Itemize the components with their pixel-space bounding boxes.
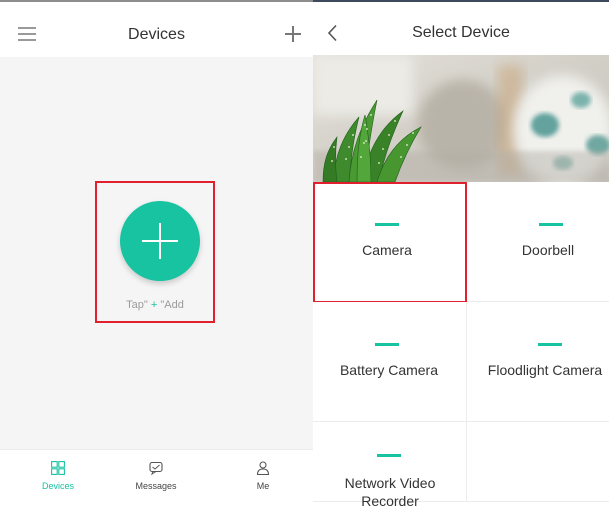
tile-label: Floodlight Camera xyxy=(487,362,603,378)
message-icon xyxy=(149,461,163,475)
add-hint-prefix: Tap" xyxy=(126,299,148,311)
nav-label: Devices xyxy=(41,481,74,491)
device-tile-camera[interactable]: Camera xyxy=(313,182,467,303)
page-title: Devices xyxy=(128,26,185,43)
person-icon xyxy=(256,461,270,475)
tile-label: Camera xyxy=(362,242,412,258)
tile-label: Battery Camera xyxy=(339,362,439,378)
add-hint: Tap" + "Add xyxy=(95,299,215,311)
nav-devices[interactable]: Devices xyxy=(18,450,98,498)
page-title: Select Device xyxy=(412,24,510,41)
tile-accent xyxy=(375,343,399,346)
nav-label: Messages xyxy=(135,481,177,491)
device-tile-network-video-recorder[interactable]: Network Video Recorder xyxy=(313,422,467,509)
add-hint-plus: + xyxy=(147,299,161,311)
devices-screen: Devices Tap" + "Add Devices Messages Me xyxy=(0,0,313,498)
add-device-icon[interactable] xyxy=(283,24,303,44)
empty-tile xyxy=(467,422,609,502)
tile-label: Doorbell xyxy=(521,242,575,258)
grid-icon xyxy=(51,461,65,475)
devices-header: Devices xyxy=(0,2,313,57)
device-tile-battery-camera[interactable]: Battery Camera xyxy=(313,302,467,422)
tile-accent xyxy=(375,223,399,226)
nav-label: Me xyxy=(256,481,270,491)
add-device-button[interactable] xyxy=(120,201,200,281)
nav-me[interactable]: Me xyxy=(223,450,303,498)
tile-accent xyxy=(538,343,562,346)
tile-accent xyxy=(377,454,401,457)
tile-label: Network Video Recorder xyxy=(344,475,436,509)
nav-messages[interactable]: Messages xyxy=(116,450,196,498)
tile-accent xyxy=(539,223,563,226)
add-hint-suffix: "Add xyxy=(160,299,184,311)
device-tile-doorbell[interactable]: Doorbell xyxy=(467,182,609,302)
bottom-nav: Devices Messages Me xyxy=(0,449,313,498)
device-tile-floodlight-camera[interactable]: Floodlight Camera xyxy=(467,302,609,422)
select-device-screen: Select Device Camera Doorbell Battery Ca… xyxy=(313,0,609,509)
top-divider xyxy=(313,0,609,2)
hero-image xyxy=(313,55,609,182)
